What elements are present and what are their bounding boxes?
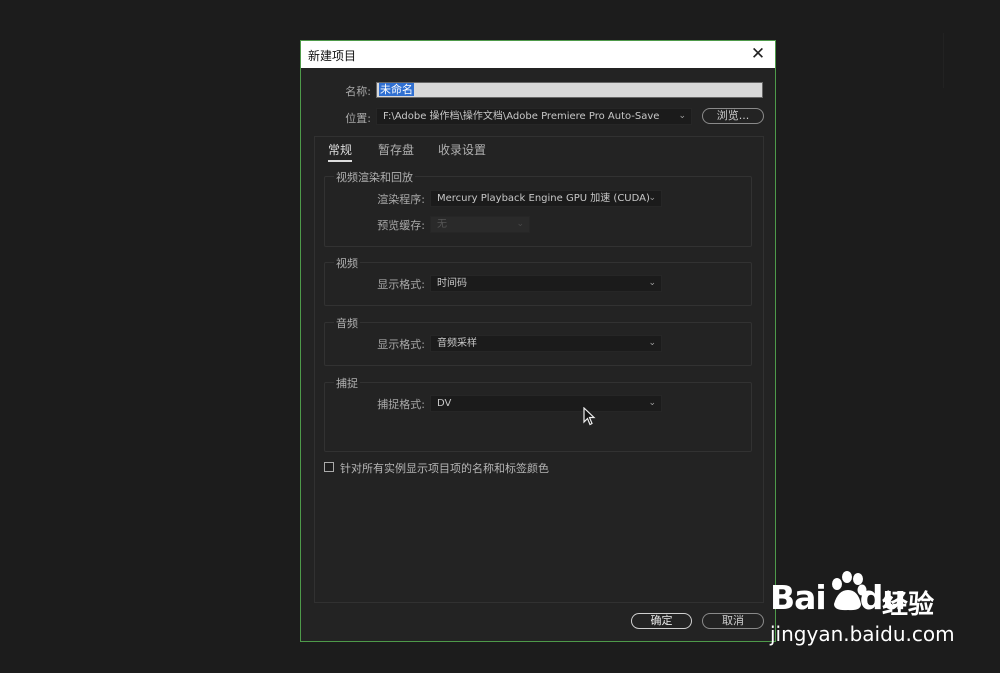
mouse-pointer-icon [583, 407, 596, 426]
new-project-dialog: 新建项目 ✕ 名称: 未命名 位置: F:\Adobe 操作档\操作文档\Ado… [300, 40, 776, 642]
capture-group-title: 捕捉 [334, 375, 360, 391]
video-display-format-value: 时间码 [437, 278, 467, 289]
tab-ingest-settings[interactable]: 收录设置 [438, 141, 486, 158]
close-icon[interactable]: ✕ [747, 43, 769, 65]
video-group: 视频 显示格式: 时间码 ⌄ [324, 255, 752, 306]
chevron-down-icon: ⌄ [678, 111, 686, 121]
chevron-down-icon: ⌄ [516, 219, 524, 229]
capture-format-select[interactable]: DV ⌄ [430, 395, 662, 412]
audio-display-format-value: 音频采样 [437, 338, 477, 349]
audio-display-format-label: 显示格式: [377, 338, 425, 351]
jingyan-url: jingyan.baidu.com [770, 622, 955, 646]
titlebar: 新建项目 ✕ [301, 41, 775, 68]
show-item-names-label: 针对所有实例显示项目项的名称和标签颜色 [340, 462, 549, 475]
render-playback-group: 视频渲染和回放 渲染程序: Mercury Playback Engine GP… [324, 169, 752, 247]
capture-format-label: 捕捉格式: [377, 398, 425, 411]
preview-cache-select: 无 ⌄ [430, 216, 530, 233]
video-group-title: 视频 [334, 255, 360, 271]
chevron-down-icon: ⌄ [648, 193, 656, 203]
render-group-title: 视频渲染和回放 [334, 169, 415, 185]
video-display-format-label: 显示格式: [377, 278, 425, 291]
tab-scratch-disks[interactable]: 暂存盘 [378, 141, 414, 158]
chevron-down-icon: ⌄ [648, 338, 656, 348]
browse-button[interactable]: 浏览... [702, 108, 764, 124]
baidu-jingyan-watermark: Bai du 经验 jingyan.baidu.com [770, 570, 970, 655]
audio-group: 音频 显示格式: 音频采样 ⌄ [324, 315, 752, 366]
settings-panel: 常规 暂存盘 收录设置 视频渲染和回放 渲染程序: Mercury Playba… [314, 136, 764, 603]
audio-display-format-select[interactable]: 音频采样 ⌄ [430, 335, 662, 352]
chevron-down-icon: ⌄ [648, 398, 656, 408]
tab-general[interactable]: 常规 [328, 141, 353, 162]
name-label: 名称: [345, 85, 371, 98]
show-item-names-checkbox[interactable] [324, 462, 334, 472]
background-edge [943, 33, 944, 88]
project-name-input[interactable]: 未命名 [376, 82, 763, 98]
location-select[interactable]: F:\Adobe 操作档\操作文档\Adobe Premiere Pro Aut… [376, 108, 692, 125]
capture-group: 捕捉 捕捉格式: DV ⌄ [324, 375, 752, 452]
preview-cache-value: 无 [437, 219, 447, 230]
audio-group-title: 音频 [334, 315, 360, 331]
cancel-button[interactable]: 取消 [702, 613, 764, 629]
renderer-value: Mercury Playback Engine GPU 加速 (CUDA) [437, 193, 650, 204]
renderer-label: 渲染程序: [377, 193, 425, 206]
preview-cache-label: 预览缓存: [377, 219, 425, 232]
location-label: 位置: [345, 112, 371, 125]
jingyan-text: 经验 [882, 590, 935, 620]
renderer-select[interactable]: Mercury Playback Engine GPU 加速 (CUDA) ⌄ [430, 190, 662, 207]
chevron-down-icon: ⌄ [648, 278, 656, 288]
capture-format-value: DV [437, 398, 452, 409]
dialog-title: 新建项目 [308, 49, 357, 63]
location-value: F:\Adobe 操作档\操作文档\Adobe Premiere Pro Aut… [383, 111, 660, 122]
baidu-logo-left: Bai [770, 578, 827, 617]
baidu-paw-icon [832, 571, 867, 611]
ok-button[interactable]: 确定 [631, 613, 692, 629]
project-name-value: 未命名 [379, 83, 414, 96]
video-display-format-select[interactable]: 时间码 ⌄ [430, 275, 662, 292]
